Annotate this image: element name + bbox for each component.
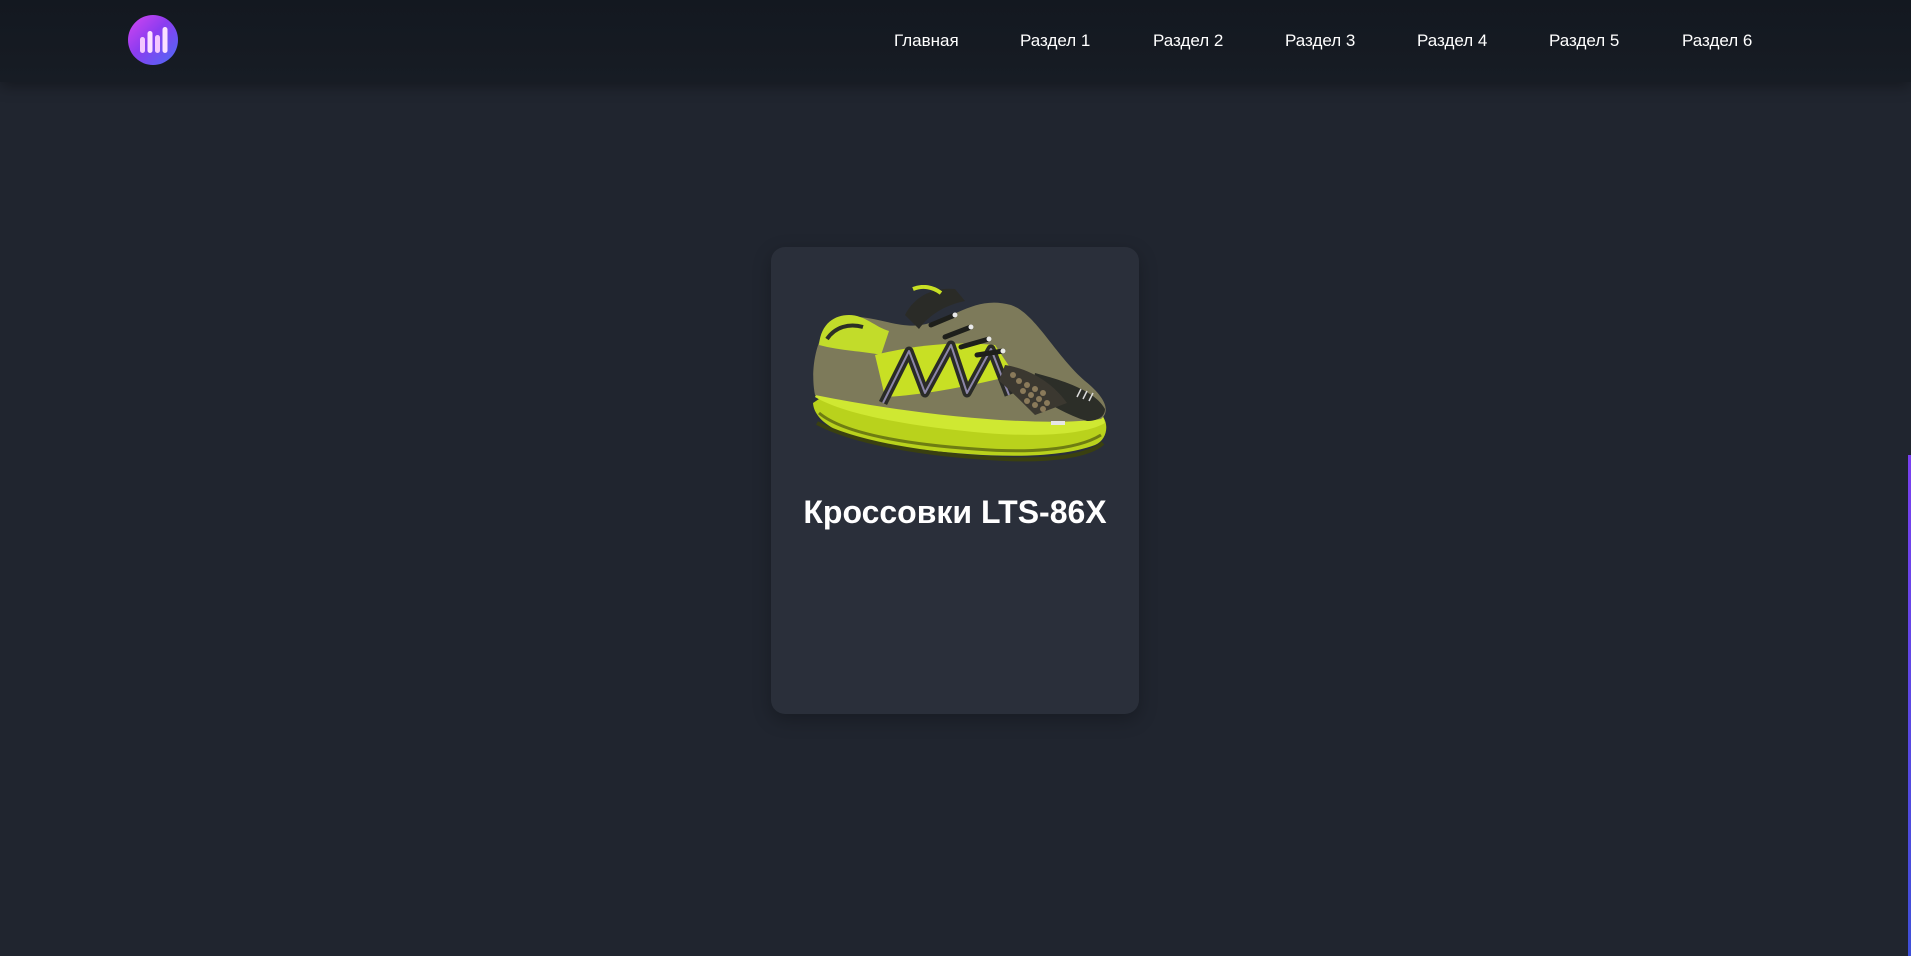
product-card[interactable]: Кроссовки LTS-86X bbox=[771, 247, 1139, 714]
nav-item-section-4[interactable]: Раздел 4 bbox=[1417, 31, 1487, 51]
nav-item-section-3[interactable]: Раздел 3 bbox=[1285, 31, 1355, 51]
nav-item-section-1[interactable]: Раздел 1 bbox=[1020, 31, 1090, 51]
nav-item-home[interactable]: Главная bbox=[894, 31, 959, 51]
main-content: Кроссовки LTS-86X bbox=[0, 82, 1911, 956]
nav-item-section-5[interactable]: Раздел 5 bbox=[1549, 31, 1619, 51]
nav-item-section-2[interactable]: Раздел 2 bbox=[1153, 31, 1223, 51]
product-title: Кроссовки LTS-86X bbox=[803, 494, 1107, 530]
main-nav: Главная Раздел 1 Раздел 2 Раздел 3 Разде… bbox=[0, 0, 1911, 82]
nav-item-section-6[interactable]: Раздел 6 bbox=[1682, 31, 1752, 51]
header: Главная Раздел 1 Раздел 2 Раздел 3 Разде… bbox=[0, 0, 1911, 82]
sneaker-image bbox=[813, 285, 1107, 462]
